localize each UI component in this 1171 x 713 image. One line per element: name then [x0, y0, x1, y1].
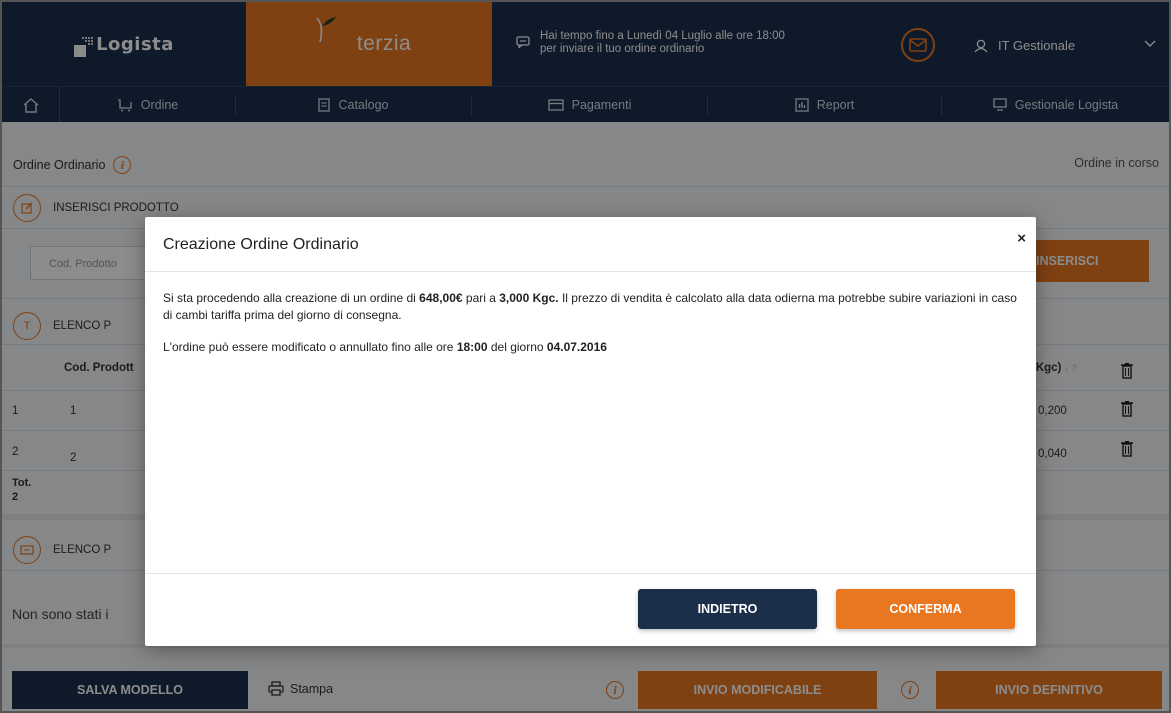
- modal-footer: INDIETRO CONFERMA: [145, 573, 1036, 646]
- deadline-date: 04.07.2016: [546, 340, 607, 354]
- create-order-modal: Creazione Ordine Ordinario × Si sta proc…: [145, 217, 1036, 646]
- modal-body: Si sta procedendo alla creazione di un o…: [163, 290, 1023, 372]
- modal-paragraph-1: Si sta procedendo alla creazione di un o…: [163, 290, 1023, 323]
- p1-text-a: Si sta procedendo alla creazione di un o…: [163, 291, 420, 305]
- confirm-button[interactable]: CONFERMA: [836, 589, 1015, 629]
- modal-paragraph-2: L'ordine può essere modificato o annulla…: [163, 339, 1023, 356]
- order-amount: 648,00€: [419, 291, 463, 305]
- app-frame: Logista Terzia Hai tempo fino a Lunedì 0…: [0, 0, 1171, 713]
- p2-text-a: L'ordine può essere modificato o annulla…: [163, 340, 457, 354]
- deadline-time: 18:00: [456, 340, 488, 354]
- back-button[interactable]: INDIETRO: [638, 589, 817, 629]
- order-weight: 3,000 Kgc.: [499, 291, 559, 305]
- modal-title: Creazione Ordine Ordinario: [163, 236, 359, 253]
- close-icon[interactable]: ×: [1017, 230, 1026, 247]
- p2-text-b: del giorno: [487, 340, 547, 354]
- p1-text-b: pari a: [462, 291, 500, 305]
- modal-header: Creazione Ordine Ordinario ×: [145, 217, 1036, 272]
